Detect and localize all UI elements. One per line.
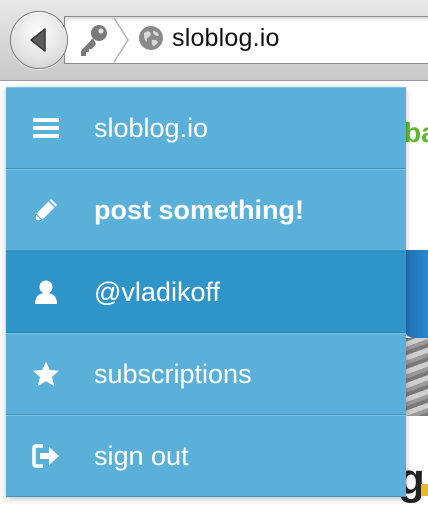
page-logo-dot [421, 484, 428, 496]
menu-item-home[interactable]: sloblog.io [6, 87, 406, 169]
user-icon [32, 278, 60, 306]
menu-item-sign-out[interactable]: sign out [6, 415, 406, 497]
hamburger-icon [32, 114, 60, 142]
menu-item-label: sloblog.io [94, 112, 209, 143]
menu-item-post-something[interactable]: post something! [6, 169, 406, 251]
globe-icon [139, 26, 163, 50]
user-dropdown-menu: sloblog.io post something! @vladikoff su… [6, 87, 406, 497]
menu-item-label: sign out [94, 440, 189, 471]
back-button[interactable] [10, 11, 68, 69]
menu-item-label: post something! [94, 194, 304, 225]
page-photo-fragment [404, 338, 428, 416]
browser-toolbar: sloblog.io [0, 0, 428, 81]
url-text[interactable]: sloblog.io [172, 24, 280, 53]
menu-item-subscriptions[interactable]: subscriptions [6, 333, 406, 415]
page-heading-fragment: ba [404, 117, 428, 148]
page-image-fragment [404, 250, 428, 338]
menu-item-label: @vladikoff [94, 276, 220, 307]
breadcrumb-chevron-icon [113, 17, 129, 63]
menu-item-profile[interactable]: @vladikoff [6, 251, 406, 333]
key-icon [81, 25, 107, 56]
star-icon [32, 360, 60, 388]
menu-item-label: subscriptions [94, 358, 252, 389]
back-arrow-icon [30, 28, 46, 52]
pencil-icon [32, 196, 60, 224]
sign-out-icon [32, 442, 60, 470]
